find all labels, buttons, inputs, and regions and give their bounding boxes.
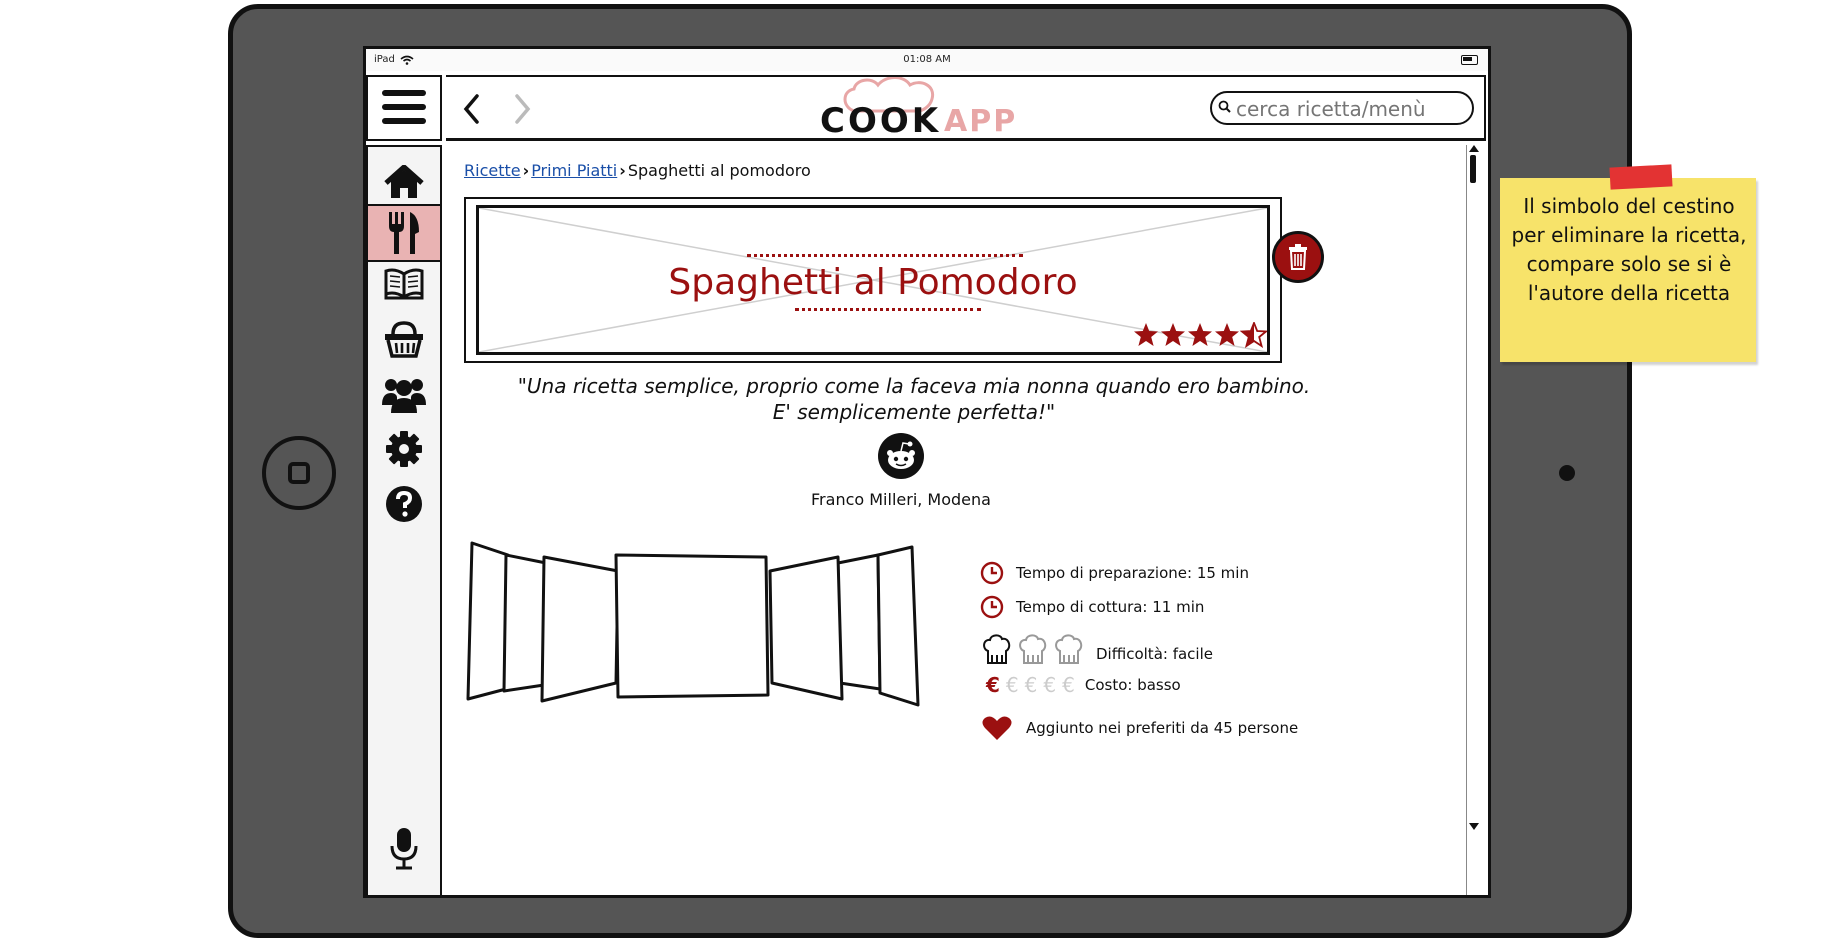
fork-knife-icon (389, 212, 419, 254)
difficulty-label: Difficoltà: facile (1096, 645, 1213, 663)
app-logo: COOK APP (820, 77, 1030, 141)
gear-icon (386, 431, 422, 467)
hero-image-placeholder: Spaghetti al Pomodoro (476, 205, 1270, 355)
prep-time-row: Tempo di preparazione: 15 min (980, 561, 1249, 585)
scroll-thumb[interactable] (1470, 155, 1476, 183)
star-icon (1161, 323, 1185, 346)
basket-icon (385, 321, 423, 358)
avatar-icon (887, 441, 915, 469)
home-icon (384, 165, 424, 198)
microphone-icon (390, 828, 418, 870)
screen: iPad 01:08 AM COOK APP cerca ricetta/men… (363, 46, 1491, 898)
open-book-icon (384, 268, 424, 300)
star-icon (1215, 323, 1239, 346)
annotation-text: Il simbolo del cestino per eliminare la … (1511, 194, 1747, 305)
help-icon (386, 486, 422, 522)
photo-gallery-carousel[interactable] (466, 535, 926, 715)
quote-line-1: "Una ricetta semplice, proprio come la f… (517, 374, 1311, 398)
trash-icon (1289, 244, 1307, 270)
cook-time-row: Tempo di cottura: 11 min (980, 595, 1204, 619)
sidebar-item-shopping[interactable] (368, 310, 440, 368)
chat-bubble-icon[interactable] (1490, 849, 1491, 889)
cost-rating-icons: €€€€€ (986, 673, 1081, 697)
cost-row: €€€€€ Costo: basso (986, 673, 1181, 697)
status-bar: iPad 01:08 AM (366, 49, 1488, 71)
clock-icon (980, 595, 1004, 619)
main-content: Ricette › Primi Piatti › Spaghetti al pomodo… (446, 145, 1466, 895)
difficulty-row: Difficoltà: facile (982, 633, 1213, 667)
search-box[interactable] (1210, 91, 1474, 125)
cost-label: Costo: basso (1084, 676, 1181, 694)
menu-button[interactable] (366, 75, 442, 141)
status-time: 01:08 AM (903, 54, 951, 65)
home-button[interactable] (262, 436, 336, 510)
title-decor-top (747, 254, 1023, 257)
back-arrow-icon[interactable] (462, 93, 482, 125)
sidebar-item-help[interactable] (368, 475, 440, 533)
author-name[interactable]: Franco Milleri, Modena (746, 490, 1056, 509)
breadcrumb-first-courses-link[interactable]: Primi Piatti (531, 161, 617, 180)
cook-time-label: Tempo di cottura: 11 min (1016, 598, 1205, 616)
author-avatar[interactable] (878, 433, 924, 479)
logo-cook-text: COOK (820, 101, 942, 141)
breadcrumb: Ricette › Primi Piatti › Spaghetti al pomodo… (464, 161, 811, 180)
sidebar-item-cookbook[interactable] (368, 255, 440, 313)
chef-hat-rating-icons (983, 634, 1083, 664)
search-input[interactable] (1234, 95, 1468, 123)
user-profile-icon[interactable] (1486, 85, 1491, 127)
app-header: COOK APP (446, 75, 1486, 141)
note-tape (1609, 164, 1673, 190)
quote-line-2: E' semplicemente perfetta!" (772, 400, 1056, 424)
heart-icon[interactable] (982, 715, 1012, 741)
sidebar-item-settings[interactable] (368, 420, 440, 478)
sidebar-item-community[interactable] (368, 365, 440, 423)
star-icon (1188, 323, 1212, 346)
search-icon (1218, 100, 1231, 113)
delete-recipe-button[interactable] (1272, 231, 1324, 283)
logo-app-text: APP (944, 104, 1018, 139)
rating-stars (1134, 322, 1267, 347)
sidebar-item-voice[interactable] (368, 819, 440, 877)
clock-icon (980, 561, 1004, 585)
favorites-row: Aggiunto nei preferiti da 45 persone (982, 715, 1298, 741)
favorites-label: Aggiunto nei preferiti da 45 persone (1026, 719, 1299, 737)
star-icon (1134, 323, 1158, 346)
users-icon (382, 379, 426, 413)
sidebar-nav (366, 145, 442, 895)
recipe-hero-banner: Spaghetti al Pomodoro (464, 197, 1324, 363)
title-decor-bottom (795, 308, 981, 311)
sidebar-item-recipes[interactable] (368, 204, 440, 262)
vertical-scrollbar[interactable] (1466, 145, 1482, 895)
camera-dot (1559, 465, 1575, 481)
breadcrumb-current: Spaghetti al pomodoro (627, 161, 811, 180)
breadcrumb-recipes-link[interactable]: Ricette (464, 161, 521, 180)
battery-icon (1461, 55, 1478, 65)
prep-time-label: Tempo di preparazione: 15 min (1016, 564, 1249, 582)
recipe-title: Spaghetti al Pomodoro (668, 262, 1078, 303)
forward-arrow-icon[interactable] (512, 93, 532, 125)
recipe-quote: "Una ricetta semplice, proprio come la f… (464, 373, 1364, 425)
sidebar-item-home[interactable] (368, 153, 440, 211)
